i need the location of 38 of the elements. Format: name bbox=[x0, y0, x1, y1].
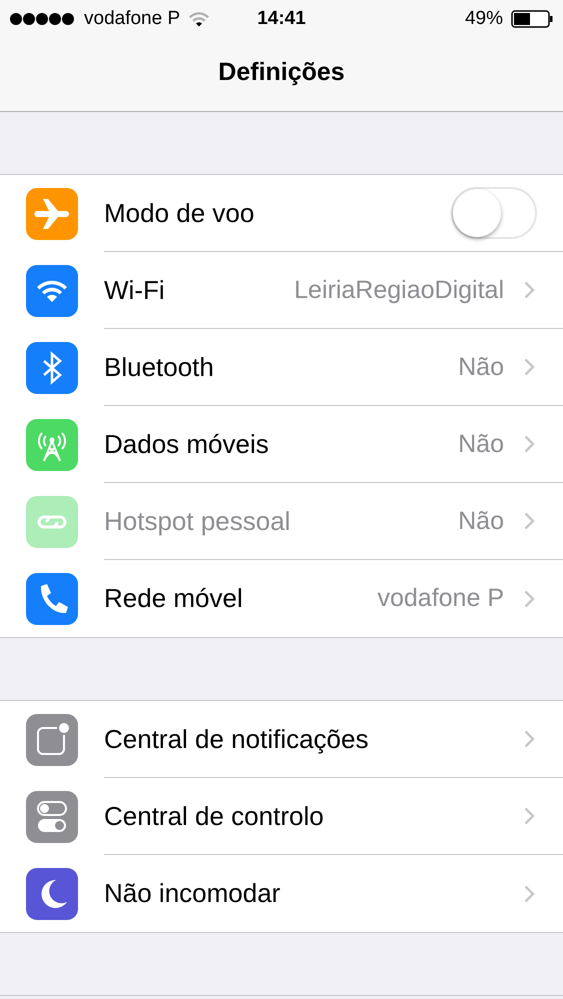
screen-title: Definições bbox=[218, 58, 345, 87]
settings-row[interactable]: Modo de voo bbox=[0, 175, 563, 252]
row-label: Central de notificações bbox=[104, 724, 370, 754]
settings-row[interactable]: Rede móvel vodafone P bbox=[0, 560, 563, 637]
chevron-icon bbox=[524, 435, 535, 453]
row-label: Rede móvel bbox=[104, 583, 244, 614]
chevron-icon bbox=[524, 358, 535, 376]
settings-row[interactable]: Dados móveis Não bbox=[0, 406, 563, 483]
row-label: Não incomodar bbox=[104, 878, 282, 909]
row-value: Não bbox=[458, 352, 504, 382]
settings-row[interactable]: Central de controlo bbox=[0, 778, 563, 855]
chevron-icon bbox=[524, 281, 535, 299]
clock-time: 14:41 bbox=[257, 8, 306, 30]
settings-row[interactable]: Não incomodar bbox=[0, 855, 563, 932]
row-value: Não bbox=[458, 430, 504, 458]
settings-row[interactable]: Central de notificações bbox=[0, 701, 563, 778]
row-label: Wi-Fi bbox=[104, 274, 166, 306]
signal-icon bbox=[10, 12, 76, 26]
row-label: Bluetooth bbox=[104, 352, 215, 382]
chevron-icon bbox=[524, 884, 535, 902]
toggle-switch[interactable] bbox=[451, 187, 537, 239]
row-label: Hotspot pessoal bbox=[104, 506, 292, 536]
row-label: Central de controlo bbox=[104, 800, 325, 832]
row-label: Modo de voo bbox=[104, 198, 256, 228]
row-value: LeiriaRegiaoDigital bbox=[294, 276, 504, 304]
row-label: Dados móveis bbox=[104, 428, 270, 460]
chevron-icon bbox=[524, 590, 535, 608]
row-value: vodafone P bbox=[378, 584, 504, 613]
row-value: Não bbox=[458, 506, 504, 536]
chevron-icon bbox=[524, 730, 535, 748]
settings-row[interactable]: Bluetooth Não bbox=[0, 329, 563, 406]
chevron-icon bbox=[524, 807, 535, 825]
carrier-name: vodafone P bbox=[84, 8, 180, 30]
chevron-icon bbox=[524, 512, 535, 530]
battery-icon bbox=[511, 10, 553, 28]
wifi-icon bbox=[188, 11, 210, 27]
settings-row[interactable]: Wi-Fi LeiriaRegiaoDigital bbox=[0, 252, 563, 329]
battery-percent: 49% bbox=[464, 8, 503, 30]
